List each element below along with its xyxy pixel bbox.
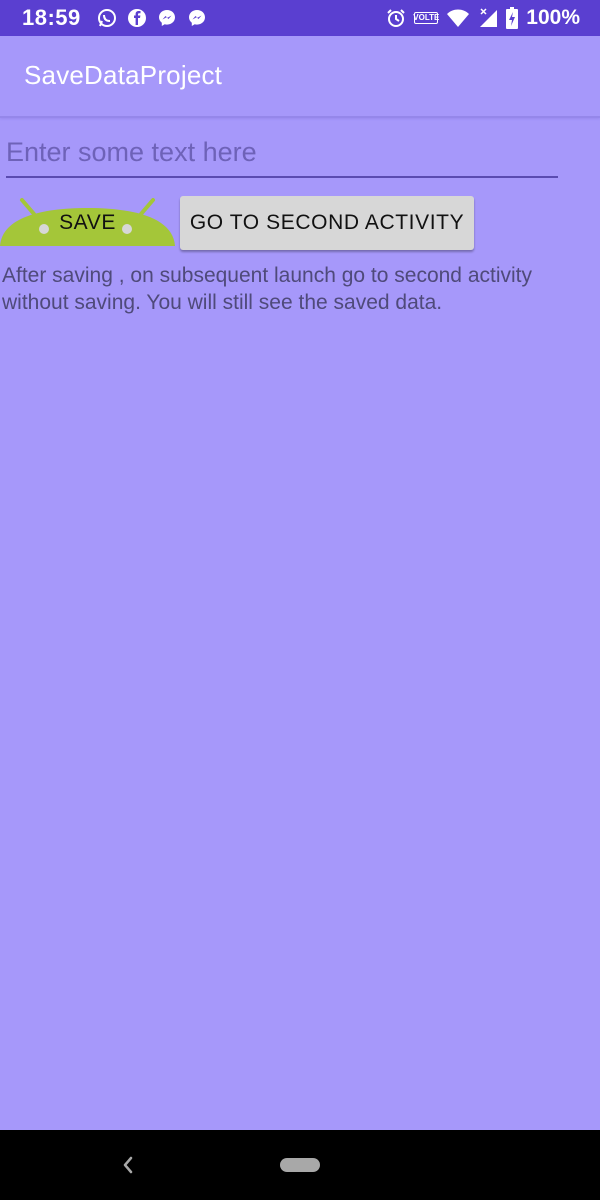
facebook-icon — [127, 8, 147, 28]
text-input[interactable] — [6, 130, 558, 174]
navigation-bar — [0, 1130, 600, 1200]
back-icon[interactable] — [118, 1152, 138, 1178]
text-input-container — [6, 130, 558, 178]
save-button-label: SAVE — [59, 211, 116, 234]
system-icons: VO LTE 100% — [386, 6, 580, 30]
volte-top-label: VO — [413, 13, 425, 22]
wifi-icon — [446, 8, 470, 28]
volte-bottom-label: LTE — [424, 13, 440, 22]
alarm-icon — [386, 8, 406, 28]
status-time: 18:59 — [22, 5, 81, 30]
battery-charging-icon — [506, 7, 519, 29]
go-to-second-activity-button[interactable]: GO TO SECOND ACTIVITY — [180, 196, 474, 250]
app-bar: SaveDataProject — [0, 36, 600, 118]
info-text: After saving , on subsequent launch go t… — [2, 264, 532, 314]
battery-percent: 100% — [526, 6, 580, 29]
volte-icon: VO LTE — [413, 12, 440, 24]
app-title: SaveDataProject — [24, 60, 223, 90]
cell-signal-icon — [478, 8, 498, 28]
messenger-icon — [187, 8, 207, 28]
home-pill-icon[interactable] — [280, 1158, 320, 1172]
save-button[interactable]: SAVE — [0, 196, 175, 250]
whatsapp-icon — [97, 8, 117, 28]
status-bar: 18:59 VO LTE 100% — [0, 0, 600, 36]
notification-icons — [97, 8, 207, 28]
messenger-icon — [157, 8, 177, 28]
